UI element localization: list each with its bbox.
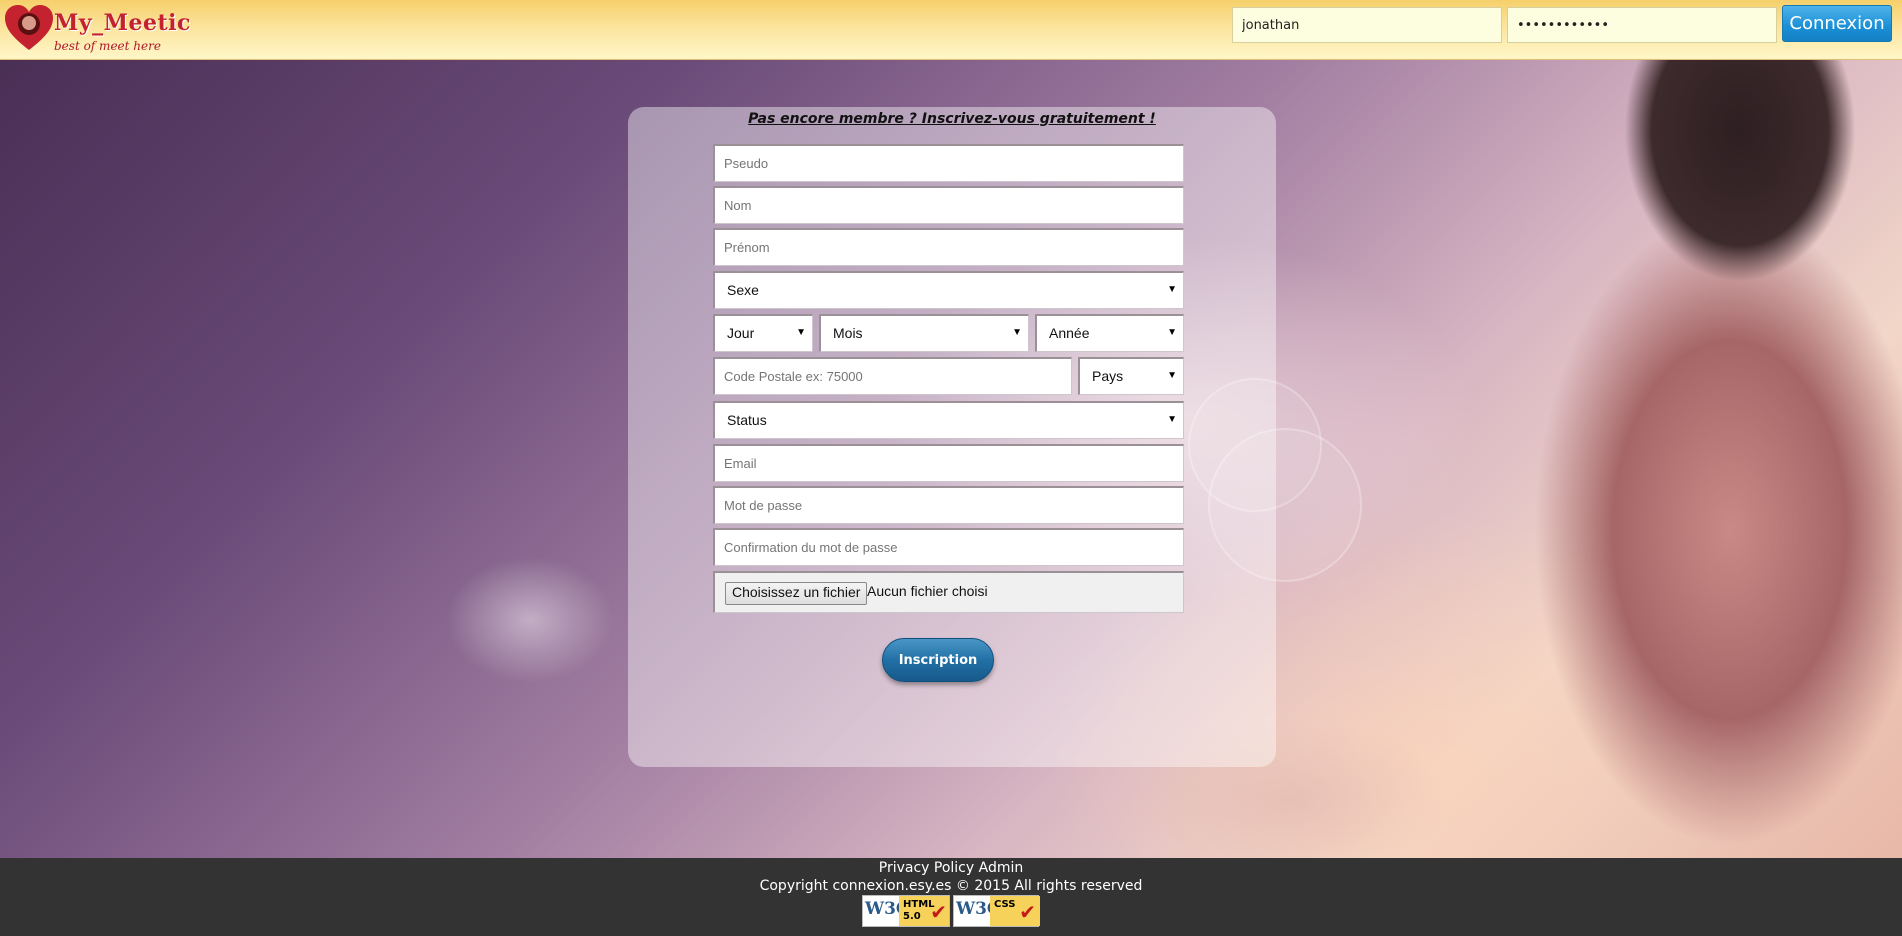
annee-select[interactable]: Année ▼ <box>1035 314 1184 352</box>
footer-links[interactable]: Privacy Policy Admin <box>0 858 1902 878</box>
password-field[interactable] <box>713 486 1184 524</box>
footer-copyright: Copyright connexion.esy.es © 2015 All ri… <box>759 878 1143 894</box>
w3c-html-badge[interactable]: W3C HTML 5.0 ✔ <box>862 895 950 927</box>
prenom-field[interactable] <box>713 228 1184 266</box>
jour-select[interactable]: Jour ▼ <box>713 314 813 352</box>
registration-title: Pas encore membre ? Inscrivez-vous gratu… <box>748 111 1156 127</box>
postal-code-field[interactable] <box>713 357 1072 395</box>
email-field[interactable] <box>713 444 1184 482</box>
chevron-down-icon: ▼ <box>1167 370 1177 381</box>
pseudo-field[interactable] <box>713 144 1184 182</box>
annee-select-value: Année <box>1049 325 1090 341</box>
logo-tagline: best of meet here <box>54 39 161 53</box>
top-bar: My_Meetic best of meet here Connexion <box>0 0 1902 60</box>
password-confirm-field[interactable] <box>713 528 1184 566</box>
check-icon: ✔ <box>930 900 947 924</box>
chevron-down-icon: ▼ <box>1167 284 1177 295</box>
sexe-select[interactable]: Sexe ▼ <box>713 271 1184 309</box>
chevron-down-icon: ▼ <box>1167 414 1177 425</box>
logo-title: My_Meetic <box>54 10 191 36</box>
check-icon: ✔ <box>1019 900 1036 924</box>
nom-field[interactable] <box>713 186 1184 224</box>
file-status-text: Aucun fichier choisi <box>867 583 988 599</box>
mois-select-value: Mois <box>833 325 863 341</box>
choose-file-button[interactable]: Choisissez un fichier <box>725 582 868 605</box>
chevron-down-icon: ▼ <box>1012 327 1022 338</box>
site-logo[interactable]: My_Meetic best of meet here <box>2 2 190 56</box>
chevron-down-icon: ▼ <box>796 327 806 338</box>
man-portrait <box>1480 60 1902 858</box>
connexion-button[interactable]: Connexion <box>1782 5 1892 42</box>
mois-select[interactable]: Mois ▼ <box>819 314 1029 352</box>
chevron-down-icon: ▼ <box>1167 327 1177 338</box>
status-select[interactable]: Status ▼ <box>713 401 1184 439</box>
heart-logo-icon <box>5 5 53 50</box>
password-input[interactable] <box>1507 7 1777 43</box>
photo-upload: Choisissez un fichier Aucun fichier choi… <box>713 571 1184 613</box>
footer: Privacy Policy Admin Copyright connexion… <box>0 858 1902 936</box>
status-select-value: Status <box>727 412 767 428</box>
username-input[interactable] <box>1232 7 1502 43</box>
jour-select-value: Jour <box>727 325 755 341</box>
sexe-select-value: Sexe <box>727 282 759 298</box>
pays-select[interactable]: Pays ▼ <box>1078 357 1184 395</box>
inscription-button[interactable]: Inscription <box>882 638 994 682</box>
pays-select-value: Pays <box>1092 368 1124 384</box>
w3c-css-badge[interactable]: W3C CSS ✔ <box>953 895 1040 927</box>
